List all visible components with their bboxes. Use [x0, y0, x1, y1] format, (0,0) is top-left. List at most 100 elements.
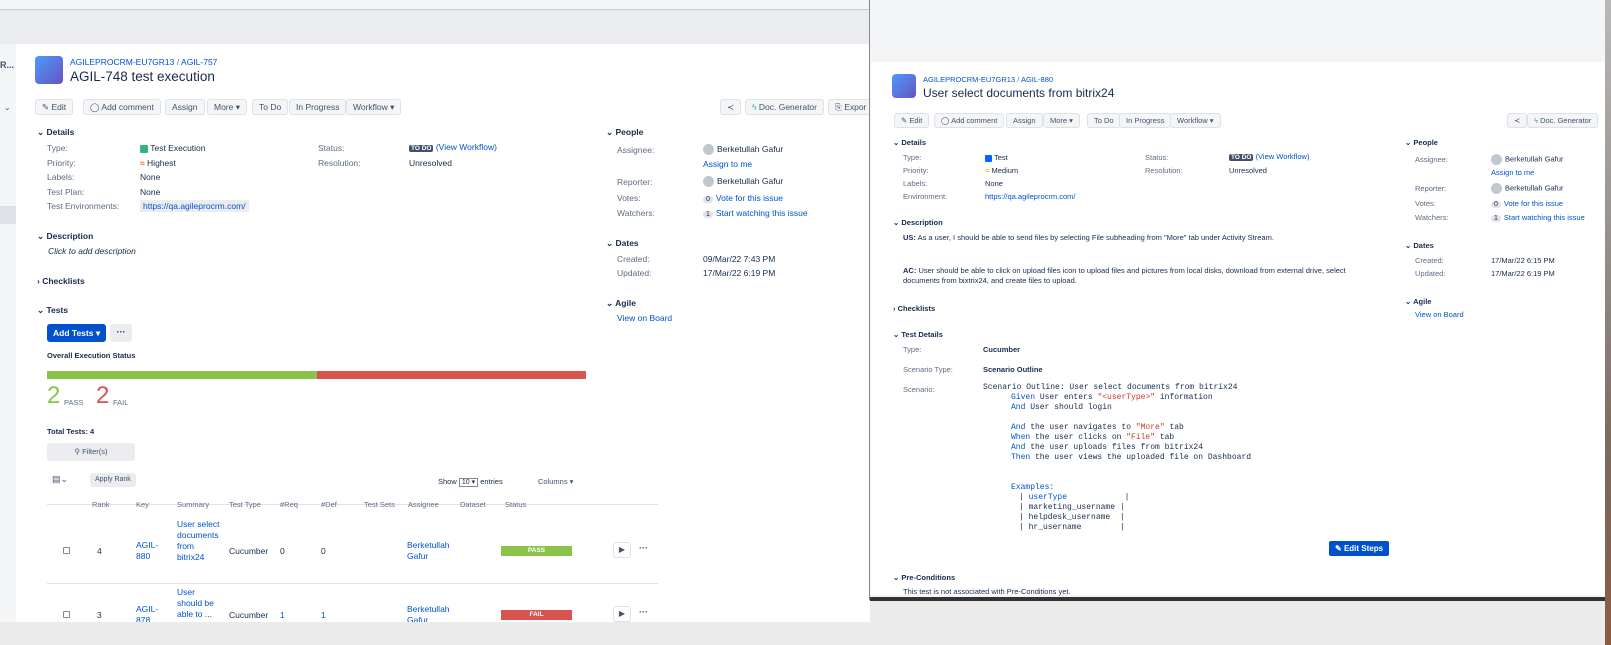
page-title: User select documents from bitrix24: [923, 86, 1115, 100]
sidebar-selected-item[interactable]: [0, 206, 16, 224]
test-env-link[interactable]: https://qa.agileprocrm.com/: [140, 200, 249, 212]
edit-label: Edit: [51, 102, 67, 112]
description-heading[interactable]: ⌄ Description: [893, 218, 943, 227]
breadcrumb-project[interactable]: AGILEPROCRM-EU7GR13: [70, 57, 174, 67]
watch-link[interactable]: Start watching this issue: [716, 208, 808, 218]
assign-button[interactable]: Assign: [1006, 113, 1043, 128]
row-assignee[interactable]: Berketullah Gafur: [407, 540, 457, 562]
chevron-down-icon: ⌄: [893, 573, 900, 582]
preconditions-heading[interactable]: ⌄ Pre-Conditions: [893, 573, 955, 582]
export-button[interactable]: ⎘ Expor: [828, 99, 873, 115]
tests-heading-label: Tests: [46, 305, 69, 315]
workflow-button[interactable]: Workflow ▾: [346, 99, 402, 115]
breadcrumb-key[interactable]: AGIL-880: [1021, 75, 1053, 84]
view-on-board-link[interactable]: View on Board: [617, 313, 672, 323]
apply-rank-button[interactable]: Apply Rank: [90, 473, 136, 487]
row-key[interactable]: AGIL-878: [136, 604, 166, 622]
type-value-text: Test Execution: [150, 143, 206, 153]
row-checkbox[interactable]: [63, 611, 70, 618]
vote-link[interactable]: Vote for this issue: [1504, 199, 1563, 208]
more-button[interactable]: More ▾: [207, 99, 248, 115]
created-value: 17/Mar/22 6:15 PM: [1491, 256, 1555, 265]
show-label: Show: [438, 477, 457, 486]
assignee-value: Berketullah Gafur: [1491, 154, 1563, 165]
sort-icons: [96, 500, 591, 508]
add-tests-button[interactable]: Add Tests ▾: [47, 324, 107, 342]
checklists-heading-label: Checklists: [897, 304, 936, 313]
todo-button[interactable]: To Do: [252, 99, 289, 115]
column-config-icon[interactable]: ▤⌄: [52, 474, 68, 485]
examples-label: Examples:: [1011, 483, 1055, 492]
agile-heading[interactable]: ⌄ Agile: [606, 298, 636, 309]
in-progress-button[interactable]: In Progress: [1119, 113, 1172, 128]
play-icon[interactable]: ▶: [613, 606, 631, 622]
status-value: TO DO (View Workflow): [409, 142, 497, 152]
row-req[interactable]: 1: [280, 610, 285, 620]
priority-value: ≈ Highest: [140, 158, 176, 168]
entries-select[interactable]: 10 ▾: [458, 478, 479, 487]
row-checkbox[interactable]: [63, 547, 70, 554]
description-placeholder[interactable]: Click to add description: [48, 246, 136, 256]
add-comment-button[interactable]: ◯ Add comment: [934, 113, 1005, 128]
row-assignee[interactable]: Berketullah Gafur: [407, 604, 457, 622]
vote-link[interactable]: Vote for this issue: [716, 193, 783, 203]
people-heading[interactable]: ⌄ People: [606, 127, 643, 138]
people-heading[interactable]: ⌄ People: [1405, 138, 1438, 147]
test-details-heading[interactable]: ⌄ Test Details: [893, 330, 943, 339]
status-badge: FAIL: [501, 610, 572, 620]
row-more-icon[interactable]: ···: [639, 607, 648, 617]
checklists-heading[interactable]: › Checklists: [893, 304, 935, 313]
agile-heading[interactable]: ⌄ Agile: [1405, 297, 1431, 306]
checklists-heading[interactable]: › Checklists: [37, 276, 85, 286]
row-summary[interactable]: User should be able to ...: [177, 587, 222, 620]
workflow-button[interactable]: Workflow ▾: [1170, 113, 1221, 128]
view-workflow-link[interactable]: (View Workflow): [436, 142, 497, 152]
details-heading[interactable]: ⌄ Details: [893, 138, 926, 147]
share-button[interactable]: ≺: [720, 99, 742, 115]
in-progress-button[interactable]: In Progress: [289, 99, 347, 115]
breadcrumb-parent[interactable]: AGIL-757: [181, 57, 217, 67]
details-heading[interactable]: ⌄ Details: [37, 127, 74, 138]
description-heading[interactable]: ⌄ Description: [37, 231, 93, 242]
doc-generator-button[interactable]: ϟ Doc. Generator: [745, 99, 824, 115]
todo-button[interactable]: To Do: [1087, 113, 1121, 128]
reporter-value: Berketullah Gafur: [1491, 183, 1563, 194]
tests-heading[interactable]: ⌄ Tests: [37, 305, 68, 316]
share-button[interactable]: ≺: [1507, 113, 1528, 128]
doc-generator-label: Doc. Generator: [758, 102, 817, 112]
step-keyword: And: [1011, 403, 1026, 412]
row-key[interactable]: AGIL-880: [136, 540, 166, 562]
assign-to-me-link[interactable]: Assign to me: [703, 159, 752, 169]
chevron-down-icon[interactable]: ⌄: [4, 103, 11, 112]
add-comment-label: Add comment: [951, 116, 998, 125]
environment-link[interactable]: https://qa.agileprocrm.com/: [985, 192, 1075, 201]
row-summary[interactable]: User select documents from bitrix24: [177, 519, 222, 563]
edit-button[interactable]: ✎ Edit: [35, 99, 74, 115]
watch-link[interactable]: Start watching this issue: [1504, 213, 1585, 222]
columns-button[interactable]: Columns ▾: [538, 477, 573, 486]
dates-heading[interactable]: ⌄ Dates: [1405, 241, 1434, 250]
dates-heading[interactable]: ⌄ Dates: [606, 238, 639, 249]
play-icon[interactable]: ▶: [613, 542, 631, 558]
votes-value: 0 Vote for this issue: [1491, 199, 1563, 208]
chevron-down-icon: ⌄: [37, 231, 45, 241]
chevron-right-icon: ›: [37, 276, 40, 286]
edit-button[interactable]: ✎ Edit: [894, 113, 930, 128]
assign-to-me-link[interactable]: Assign to me: [1491, 168, 1534, 177]
more-button[interactable]: More ▾: [1043, 113, 1080, 128]
doc-generator-button[interactable]: ϟ Doc. Generator: [1527, 113, 1599, 128]
breadcrumb-project[interactable]: AGILEPROCRM-EU7GR13: [923, 75, 1015, 84]
row-def[interactable]: 1: [321, 610, 326, 620]
view-on-board-link[interactable]: View on Board: [1415, 310, 1464, 319]
fail-count: 2: [96, 382, 110, 409]
step-text: tab: [1164, 423, 1184, 432]
assign-button[interactable]: Assign: [165, 99, 205, 115]
filter-button[interactable]: ⚲ Filter(s): [47, 443, 135, 461]
tests-more-button[interactable]: ···: [110, 324, 132, 342]
type-label: Type:: [903, 153, 922, 162]
view-workflow-link[interactable]: (View Workflow): [1256, 152, 1310, 161]
row-more-icon[interactable]: ···: [639, 543, 648, 553]
add-comment-button[interactable]: ◯ Add comment: [83, 99, 161, 115]
status-badge: TO DO: [409, 145, 434, 152]
edit-steps-button[interactable]: ✎ Edit Steps: [1329, 541, 1390, 556]
